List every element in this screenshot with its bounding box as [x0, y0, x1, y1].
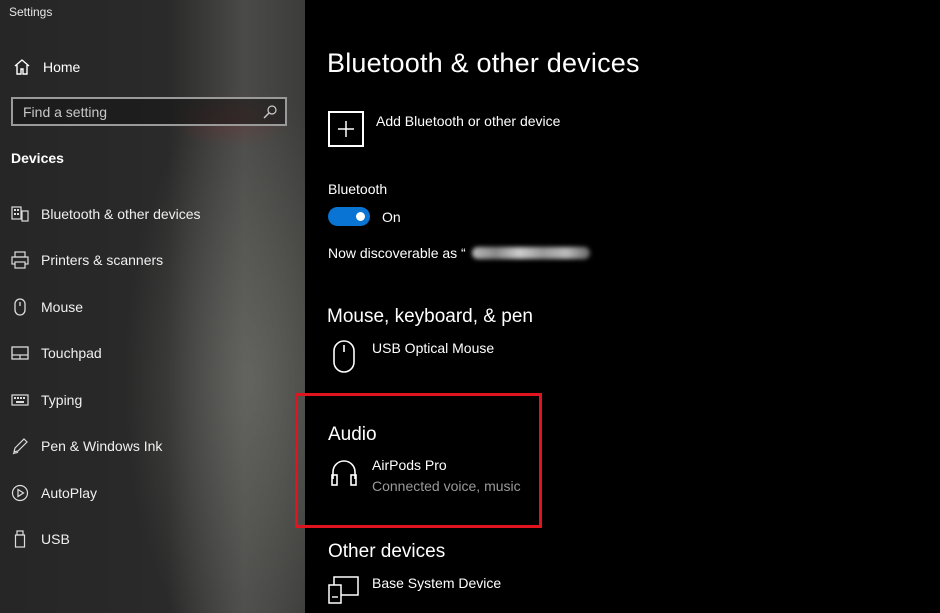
- device-usb-mouse[interactable]: USB Optical Mouse: [328, 340, 494, 374]
- sidebar-item-label: Pen & Windows Ink: [41, 438, 163, 454]
- bluetooth-toggle[interactable]: [328, 207, 370, 226]
- autoplay-icon: [11, 484, 29, 502]
- sidebar-item-label: Printers & scanners: [41, 252, 164, 268]
- search-icon[interactable]: [262, 104, 278, 120]
- sidebar: Settings Home Devices Bluetooth & other …: [0, 0, 305, 613]
- mouse-icon: [328, 340, 360, 374]
- section-heading-other-devices: Other devices: [328, 541, 446, 562]
- sidebar-item-printers[interactable]: Printers & scanners: [11, 248, 163, 272]
- highlight-box: [295, 393, 542, 528]
- sidebar-item-mouse[interactable]: Mouse: [11, 295, 83, 319]
- bluetooth-state: On: [382, 209, 401, 225]
- sidebar-item-autoplay[interactable]: AutoPlay: [11, 481, 97, 505]
- pen-icon: [11, 437, 29, 455]
- main-content: Bluetooth & other devices Add Bluetooth …: [295, 0, 940, 613]
- search-box[interactable]: [11, 97, 287, 126]
- sidebar-item-pen[interactable]: Pen & Windows Ink: [11, 434, 162, 458]
- bluetooth-devices-icon: [11, 205, 29, 223]
- mouse-icon: [11, 298, 29, 316]
- device-name: USB Optical Mouse: [372, 340, 495, 356]
- home-label: Home: [43, 59, 81, 75]
- add-icon: [328, 111, 364, 147]
- system-device-icon: [328, 575, 360, 609]
- toggle-knob: [356, 212, 365, 221]
- usb-icon: [11, 530, 29, 548]
- touchpad-icon: [11, 344, 29, 362]
- redacted-device-name: [471, 247, 590, 259]
- section-heading-devices: Devices: [11, 150, 64, 166]
- sidebar-item-touchpad[interactable]: Touchpad: [11, 341, 102, 365]
- sidebar-item-label: Touchpad: [41, 345, 102, 361]
- add-device-label: Add Bluetooth or other device: [376, 113, 561, 129]
- discoverable-text: Now discoverable as “: [328, 245, 590, 261]
- sidebar-item-label: Bluetooth & other devices: [41, 206, 201, 222]
- search-input[interactable]: [13, 98, 262, 125]
- sidebar-item-bluetooth[interactable]: Bluetooth & other devices: [11, 202, 201, 226]
- sidebar-item-label: Mouse: [41, 299, 84, 315]
- sidebar-item-label: Typing: [41, 392, 83, 408]
- device-name: Base System Device: [372, 575, 502, 591]
- sidebar-item-label: USB: [41, 531, 70, 547]
- keyboard-icon: [11, 391, 29, 409]
- printer-icon: [11, 251, 29, 269]
- bluetooth-label: Bluetooth: [328, 181, 388, 197]
- app-title: Settings: [9, 5, 53, 19]
- home-button[interactable]: Home: [12, 57, 80, 77]
- home-icon: [14, 59, 30, 75]
- device-base-system[interactable]: Base System Device: [328, 575, 501, 609]
- discoverable-prefix: Now discoverable as “: [328, 245, 466, 261]
- sidebar-item-usb[interactable]: USB: [11, 527, 70, 551]
- sidebar-item-typing[interactable]: Typing: [11, 388, 82, 412]
- section-heading-mouse-keyboard: Mouse, keyboard, & pen: [327, 306, 533, 327]
- add-device-button[interactable]: Add Bluetooth or other device: [328, 111, 560, 147]
- sidebar-item-label: AutoPlay: [41, 485, 98, 501]
- page-title: Bluetooth & other devices: [327, 48, 640, 78]
